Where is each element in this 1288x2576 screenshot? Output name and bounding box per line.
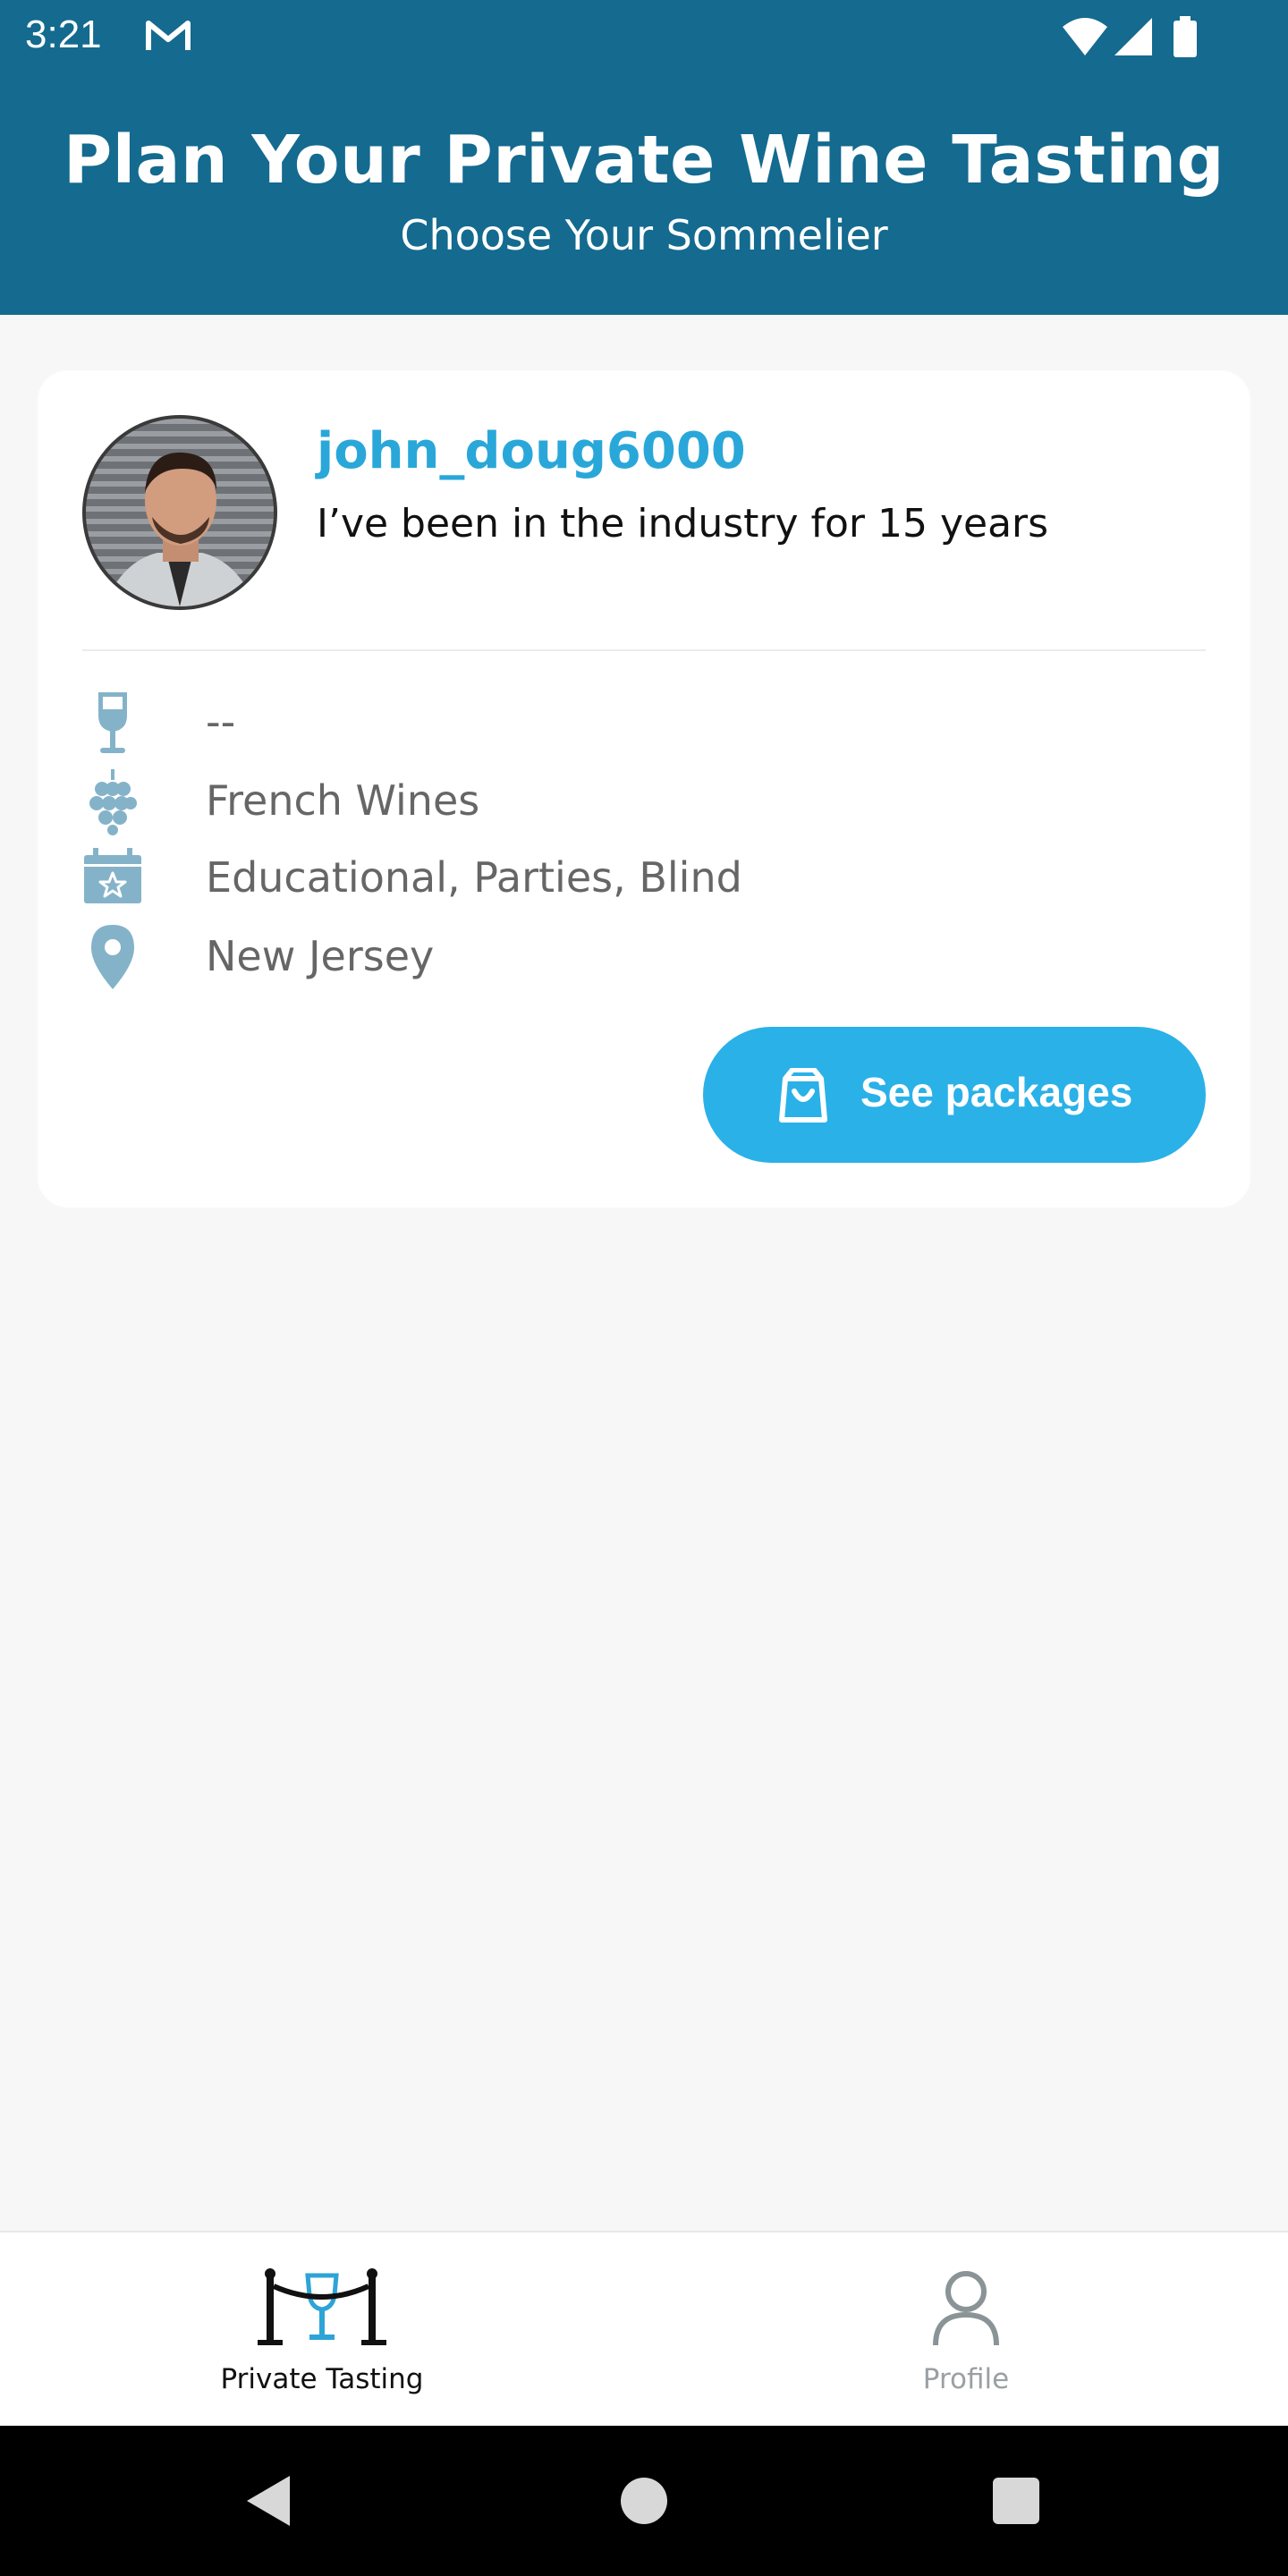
detail-row-wine: -- (82, 689, 1066, 757)
status-bar: 3:21 (0, 0, 1288, 75)
back-icon[interactable] (243, 2474, 293, 2528)
app-header: 3:21 Plan Your Private Wine Tasting Choo… (0, 0, 1288, 315)
detail-text: New Jersey (206, 932, 435, 980)
page-title: Plan Your Private Wine Tasting (63, 122, 1225, 199)
location-pin-icon (91, 925, 134, 989)
nav-item-private-tasting[interactable]: Private Tasting (0, 2233, 644, 2428)
nav-item-profile[interactable]: Profile (644, 2233, 1288, 2428)
nav-label: Profile (922, 2363, 1010, 2395)
wine-tasting-logo-icon (258, 2268, 386, 2345)
grapes-icon (89, 769, 137, 835)
detail-text: -- (206, 698, 236, 746)
sommelier-card[interactable]: john_doug6000 I’ve been in the industry … (38, 370, 1250, 1208)
divider (82, 649, 1206, 651)
nav-label: Private Tasting (220, 2363, 424, 2395)
detail-text: Educational, Parties, Blind (206, 853, 742, 902)
signal-icon (1114, 18, 1152, 55)
bottom-navigation: Private Tasting Profile (0, 2231, 1288, 2426)
shopping-bag-icon (779, 1068, 827, 1123)
wine-glass-icon (98, 692, 127, 753)
detail-row-specialty: French Wines (82, 767, 1066, 835)
profile-photo (86, 419, 274, 606)
recents-icon[interactable] (993, 2478, 1039, 2524)
calendar-star-icon (84, 848, 141, 903)
home-icon[interactable] (621, 2478, 667, 2524)
sommelier-bio: I’ve been in the industry for 15 years (317, 501, 1049, 547)
system-navigation-bar (0, 2426, 1288, 2576)
detail-text: French Wines (206, 776, 480, 825)
mail-icon (146, 21, 191, 50)
see-packages-label: See packages (860, 1069, 1133, 1115)
person-icon (933, 2271, 999, 2346)
battery-icon (1174, 16, 1197, 57)
page-subtitle: Choose Your Sommelier (400, 211, 888, 259)
detail-row-events: Educational, Parties, Blind (82, 844, 1066, 912)
detail-row-location: New Jersey (82, 923, 1066, 991)
see-packages-button[interactable]: See packages (703, 1027, 1206, 1163)
sommelier-username[interactable]: john_doug6000 (317, 422, 746, 480)
status-time: 3:21 (25, 13, 102, 56)
wifi-icon (1063, 18, 1107, 55)
avatar[interactable] (82, 415, 277, 610)
